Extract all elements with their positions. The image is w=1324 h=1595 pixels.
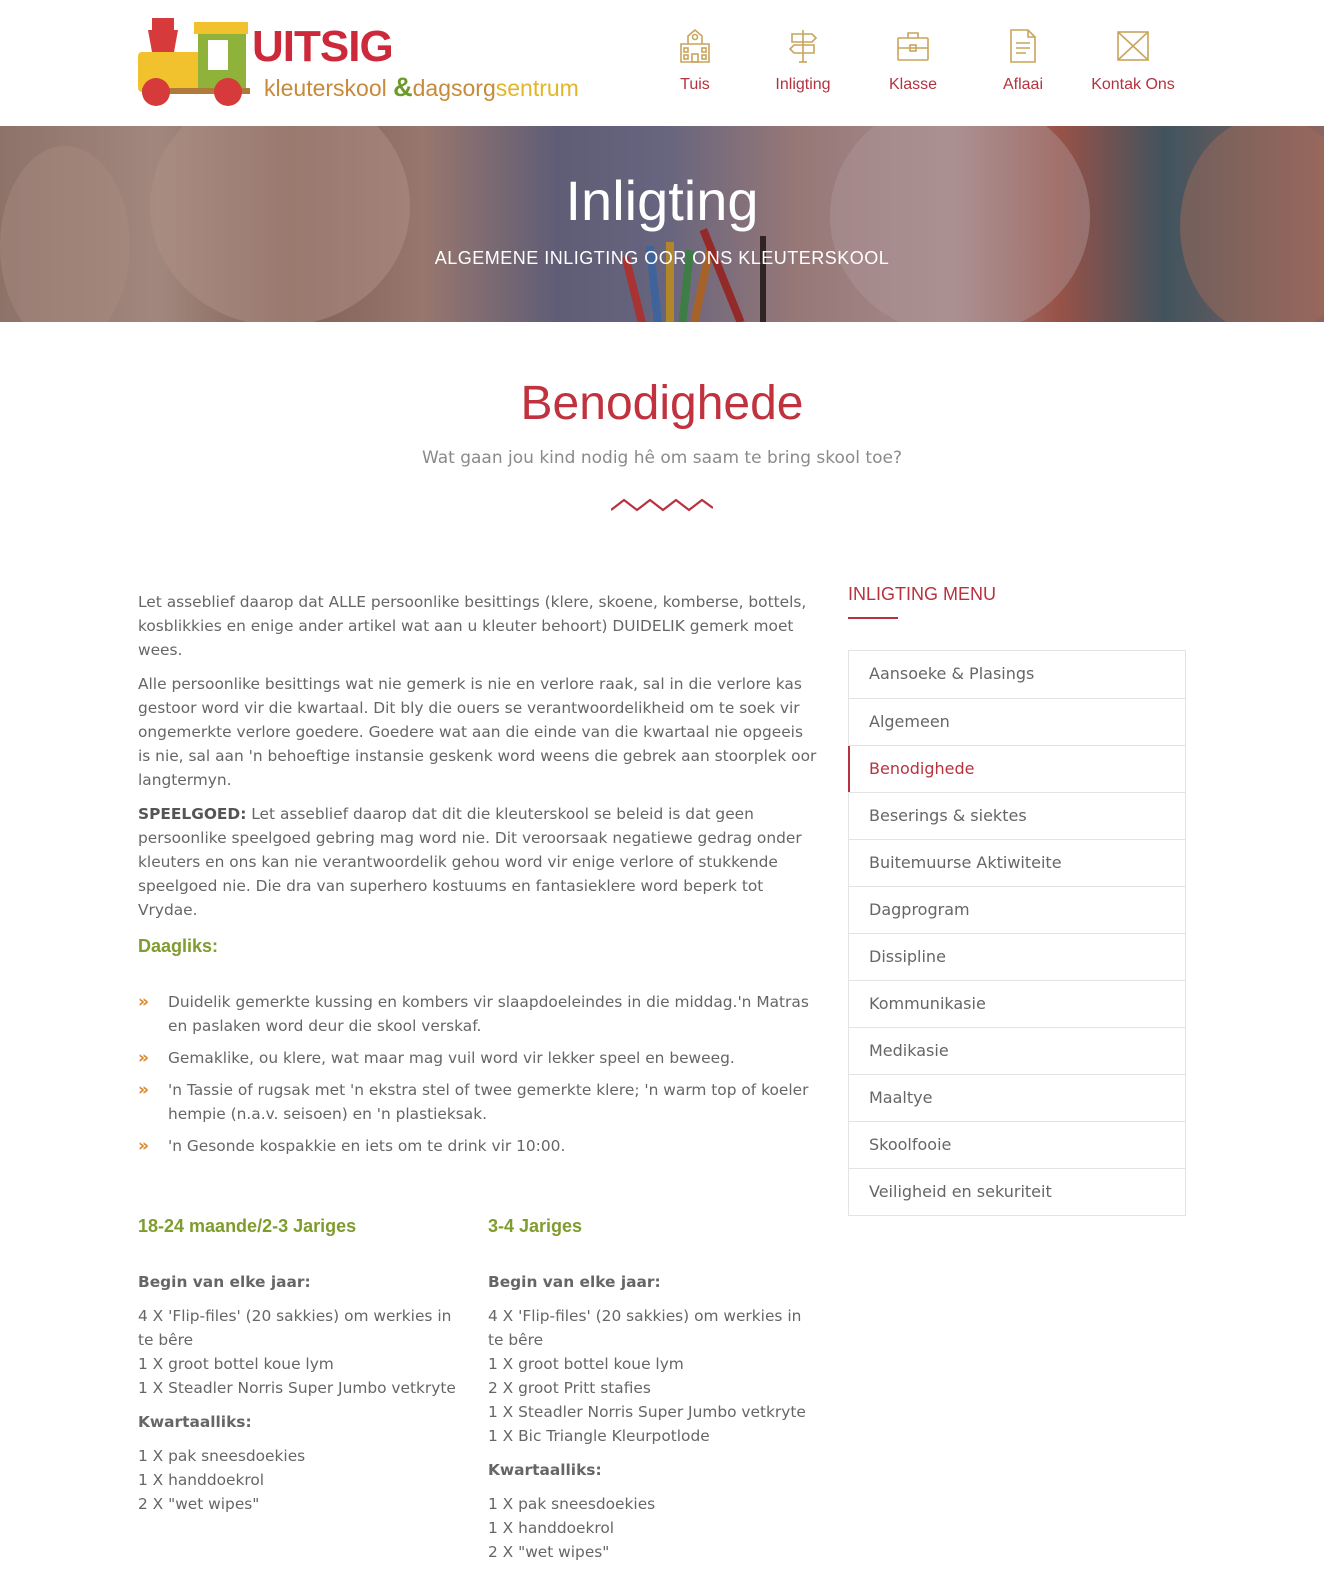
double-chevron-icon: » [138, 1136, 149, 1156]
daily-list: » Duidelik gemerkte kussing en kombers vi… [138, 990, 818, 1166]
nav-item-tuis[interactable]: Tuis [640, 24, 750, 104]
main-content: Let asseblief daarop dat ALLE persoonlik… [138, 590, 818, 932]
list-item: 4 X 'Flip-files' (20 sakkies) om werkies… [138, 1307, 452, 1349]
nav-label: Inligting [775, 76, 831, 93]
list-item: 1 X pak sneesdoekies [488, 1495, 656, 1513]
sidebar-menu: Aansoeke & Plasings Algemeen Benodighede… [848, 650, 1186, 1216]
list-item: 1 X handdoekrol [138, 1471, 265, 1489]
nav-item-klasse[interactable]: Klasse [858, 24, 968, 104]
logo-wordmark: UITSIG [252, 22, 394, 71]
column-heading-toddlers: 18-24 maande/2-3 Jariges [138, 1216, 357, 1236]
nav-label: Klasse [888, 76, 938, 93]
sidebar-item-dissipline[interactable]: Dissipline [849, 933, 1185, 980]
sidebar-heading: INLIGTING MENU [848, 584, 997, 604]
list-item: » Duidelik gemerkte kussing en kombers vi… [138, 990, 818, 1038]
document-icon [1010, 29, 1036, 63]
list-item: 1 X groot bottel koue lym [488, 1355, 684, 1373]
list-item: » Gemaklike, ou klere, wat maar mag vuil … [138, 1046, 818, 1070]
section-subtitle: Wat gaan jou kind nodig hê om saam te br… [422, 448, 902, 468]
list-item: 2 X "wet wipes" [488, 1543, 610, 1561]
sidebar-item-veiligheid[interactable]: Veiligheid en sekuriteit [849, 1168, 1185, 1215]
signpost-icon [788, 30, 818, 63]
list-item: 1 X Steadler Norris Super Jumbo vetkryte [138, 1379, 456, 1397]
nav-label: Tuis [680, 76, 710, 93]
item-block: 1 X pak sneesdoekies 1 X handdoekrol 2 X… [138, 1444, 458, 1516]
item-block: 4 X 'Flip-files' (20 sakkies) om werkies… [488, 1304, 808, 1448]
double-chevron-icon: » [138, 992, 149, 1012]
logo-tagline: kleuterskool &dagsorgsentrum [264, 72, 579, 103]
envelope-icon [1117, 31, 1149, 61]
paragraph: Let asseblief daarop dat ALLE persoonlik… [138, 593, 807, 659]
double-chevron-icon: » [138, 1048, 149, 1068]
site-header: UITSIG kleuterskool &dagsorgsentrum Tuis… [0, 0, 1324, 126]
sidebar-item-benodighede[interactable]: Benodighede [848, 745, 1185, 792]
list-item: 1 X groot bottel koue lym [138, 1355, 334, 1373]
list-item: » 'n Gesonde kospakkie en iets om te drin… [138, 1134, 818, 1158]
list-item-text: 'n Gesonde kospakkie en iets om te drink… [168, 1137, 566, 1155]
sidebar-item-maaltye[interactable]: Maaltye [849, 1074, 1185, 1121]
list-item: 4 X 'Flip-files' (20 sakkies) om werkies… [488, 1307, 802, 1349]
daily-heading: Daagliks: [138, 936, 219, 956]
nav-item-aflaai[interactable]: Aflaai [968, 24, 1078, 104]
double-chevron-icon: » [138, 1080, 149, 1100]
section-title: Benodighede [520, 377, 804, 430]
logo-tagline-part: sentrum [495, 75, 579, 101]
sidebar-item-dagprogram[interactable]: Dagprogram [849, 886, 1185, 933]
list-item: 1 X pak sneesdoekies [138, 1447, 306, 1465]
hero-title: Inligting [565, 169, 759, 232]
list-item-text: 'n Tassie of rugsak met 'n ekstra stel o… [168, 1081, 809, 1123]
logo-tagline-part: kleuterskool [264, 75, 394, 101]
sidebar-item-medikasie[interactable]: Medikasie [849, 1027, 1185, 1074]
list-item: » 'n Tassie of rugsak met 'n ekstra stel … [138, 1078, 818, 1126]
subheading: Kwartaalliks: [488, 1461, 602, 1479]
column-heading-3-4: 3-4 Jariges [488, 1216, 583, 1236]
hero-banner: Inligting ALGEMENE INLIGTING OOR ONS KLE… [0, 126, 1324, 322]
sidebar-item-kommunikasie[interactable]: Kommunikasie [849, 980, 1185, 1027]
list-item: 2 X "wet wipes" [138, 1495, 260, 1513]
hero-subtitle: ALGEMENE INLIGTING OOR ONS KLEUTERSKOOL [434, 248, 890, 268]
logo-ampersand: & [393, 72, 413, 102]
bold-lead: SPEELGOED: [138, 805, 247, 823]
sidebar-item-skoolfooie[interactable]: Skoolfooie [849, 1121, 1185, 1168]
sidebar-item-algemeen[interactable]: Algemeen [849, 698, 1185, 745]
subheading: Kwartaalliks: [138, 1413, 252, 1431]
sidebar-item-buitemuurse[interactable]: Buitemuurse Aktiwiteite [849, 839, 1185, 886]
list-item: 1 X handdoekrol [488, 1519, 615, 1537]
subheading: Begin van elke jaar: [138, 1273, 311, 1291]
paragraph: Alle persoonlike besittings wat nie geme… [138, 675, 817, 789]
list-item-text: Gemaklike, ou klere, wat maar mag vuil w… [168, 1049, 735, 1067]
list-item: 2 X groot Pritt stafies [488, 1379, 651, 1397]
sidebar-item-aansoeke[interactable]: Aansoeke & Plasings [849, 651, 1185, 698]
nav-item-inligting[interactable]: Inligting [748, 24, 858, 104]
sidebar-heading-underline [848, 617, 898, 619]
school-icon [680, 28, 710, 63]
list-item-text: Duidelik gemerkte kussing en kombers vir… [168, 993, 809, 1035]
zigzag-divider-icon [611, 498, 713, 512]
nav-label: Aflaai [1002, 76, 1044, 93]
nav-item-kontak-ons[interactable]: Kontak Ons [1078, 24, 1188, 104]
nav-label: Kontak Ons [1091, 76, 1175, 93]
column-toddlers: Begin van elke jaar: 4 X 'Flip-files' (2… [138, 1270, 458, 1526]
train-logo-icon [138, 18, 250, 106]
column-3-4: Begin van elke jaar: 4 X 'Flip-files' (2… [488, 1270, 808, 1574]
item-block: 1 X pak sneesdoekies 1 X handdoekrol 2 X… [488, 1492, 808, 1564]
sidebar-item-beserings[interactable]: Beserings & siektes [849, 792, 1185, 839]
list-item: 1 X Bic Triangle Kleurpotlode [488, 1427, 710, 1445]
logo-tagline-part: dagsorg [412, 75, 496, 101]
paragraph: SPEELGOED: Let asseblief daarop dat dit … [138, 802, 818, 922]
site-logo[interactable]: UITSIG kleuterskool &dagsorgsentrum [138, 18, 608, 108]
list-item: 1 X Steadler Norris Super Jumbo vetkryte [488, 1403, 806, 1421]
subheading: Begin van elke jaar: [488, 1273, 661, 1291]
briefcase-icon [897, 32, 929, 61]
item-block: 4 X 'Flip-files' (20 sakkies) om werkies… [138, 1304, 458, 1400]
